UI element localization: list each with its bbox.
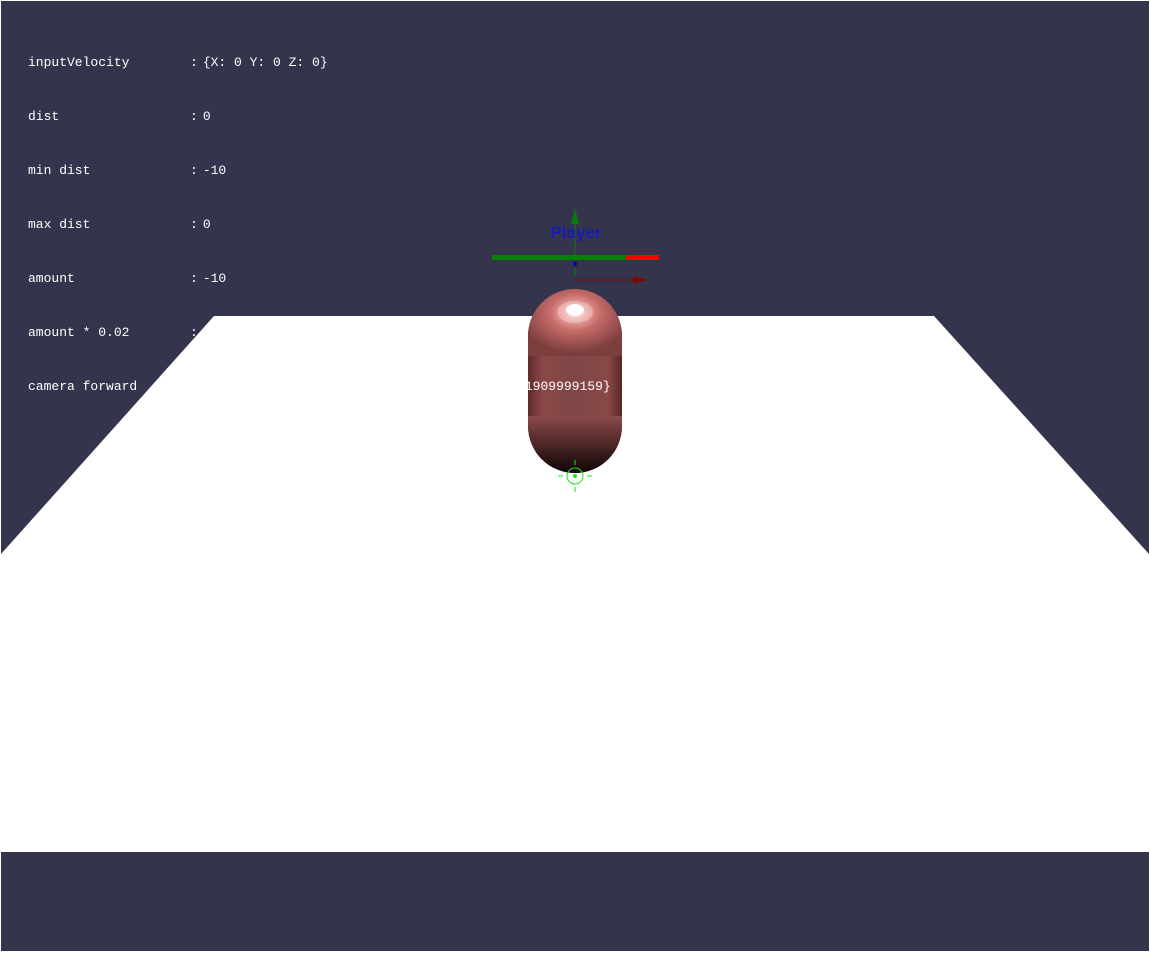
player-health-bar (492, 255, 659, 260)
health-bar-fill (492, 255, 626, 260)
debug-key: amount * 0.02 (28, 325, 130, 340)
debug-value: 0 (202, 217, 211, 232)
debug-value: 0 (202, 109, 211, 124)
transform-gizmo[interactable] (571, 208, 649, 284)
debug-overlay: inputVelocity : {X: 0 Y: 0 Z: 0} dist :0 … (28, 18, 611, 432)
debug-value: -0.2 (202, 325, 235, 340)
debug-value: {X: 0 Y: -0.4472135954999579 Z: 0.894427… (212, 379, 611, 394)
debug-line-amount-scaled: amount * 0.02 : -0.2 (28, 325, 235, 340)
gizmo-y-arrow-icon (571, 208, 579, 224)
debug-key: camera forward (28, 379, 138, 394)
debug-line-dist: dist :0 (28, 109, 211, 124)
player-name-label: Player (550, 223, 602, 242)
debug-line-min-dist: min dist : -10 (28, 163, 227, 178)
debug-key: inputVelocity (28, 55, 130, 70)
debug-value: -10 (202, 271, 227, 286)
debug-line-input-velocity: inputVelocity : {X: 0 Y: 0 Z: 0} (28, 55, 328, 70)
scene-3d (1, 208, 1149, 852)
gizmo-z-axis-icon (573, 261, 577, 267)
debug-line-camera-forward: camera forward : {X: 0 Y: -0.447213595499… (28, 379, 611, 394)
debug-key: min dist (28, 163, 91, 178)
debug-line-max-dist: max dist :0 (28, 217, 211, 232)
game-viewport[interactable]: inputVelocity : {X: 0 Y: 0 Z: 0} dist :0 … (1, 1, 1149, 951)
debug-key: amount (28, 271, 75, 286)
gizmo-x-arrow-icon (633, 276, 649, 284)
debug-key: dist (28, 109, 60, 124)
debug-line-amount: amount : -10 (28, 271, 227, 286)
debug-key: max dist (28, 217, 91, 232)
debug-value: -10 (202, 163, 227, 178)
debug-value: {X: 0 Y: 0 Z: 0} (202, 55, 328, 70)
